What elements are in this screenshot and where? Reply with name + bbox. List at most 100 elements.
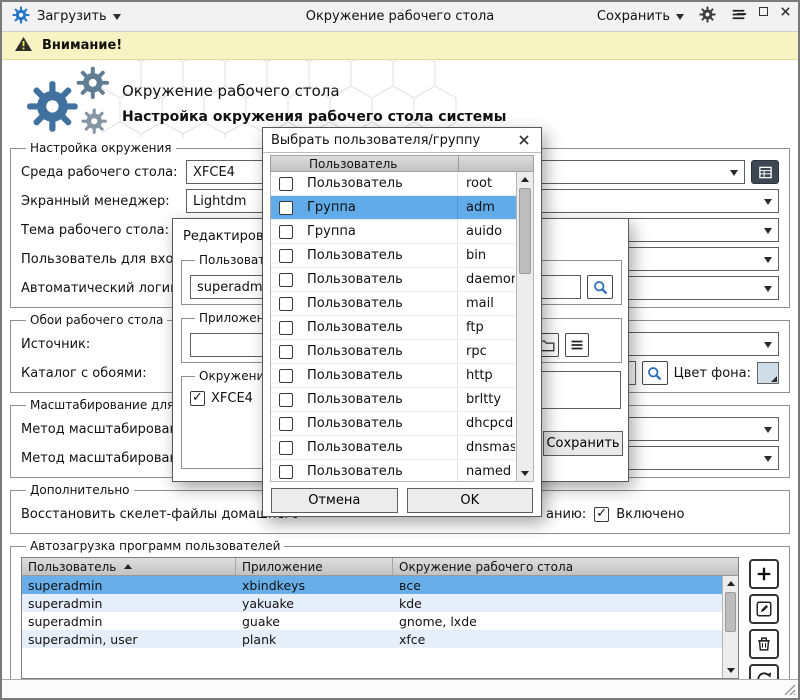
row-checkbox[interactable] — [279, 201, 293, 215]
row-checkbox[interactable] — [279, 441, 293, 455]
wallpaper-dir-label: Каталог с обоями: — [21, 366, 186, 381]
display-manager-value: Lightdm — [193, 194, 246, 209]
menu-button[interactable] — [731, 8, 746, 25]
env-xfce4-label: XFCE4 — [211, 391, 253, 406]
scroll-thumb[interactable] — [725, 592, 736, 632]
chevron-down-icon — [113, 14, 121, 20]
list-item[interactable]: Пользователь dhcpcd — [271, 412, 533, 436]
maximize-button[interactable] — [756, 5, 770, 17]
autostart-table: Пользователь Приложение Окружение рабоче… — [21, 557, 739, 679]
scroll-down-icon[interactable] — [517, 466, 533, 481]
table-icon — [758, 165, 773, 180]
column-header-app[interactable]: Приложение — [236, 558, 393, 575]
select-dialog-close-button[interactable] — [515, 131, 533, 149]
app-gear-icon — [12, 6, 30, 28]
edit-entry-button[interactable] — [749, 594, 779, 624]
list-item[interactable]: Пользователь root — [271, 172, 533, 196]
name-column-header[interactable] — [459, 156, 533, 171]
table-row[interactable]: superadmin, user plank xfce — [22, 630, 738, 648]
table-row[interactable]: superadmin xbindkeys все — [22, 576, 738, 594]
row-type: Пользователь — [307, 344, 457, 359]
row-type: Пользователь — [307, 392, 457, 407]
row-type: Пользователь — [307, 320, 457, 335]
enabled-checkbox[interactable] — [594, 507, 609, 522]
autostart-group: Автозагрузка программ пользователей Поль… — [10, 539, 790, 687]
cancel-button[interactable]: Отмена — [271, 488, 398, 513]
list-item[interactable]: Пользователь http — [271, 364, 533, 388]
cell-env: все — [393, 578, 738, 593]
restore-skel-label-tail: анию: — [546, 507, 586, 522]
list-item[interactable]: Пользователь bin — [271, 244, 533, 268]
row-type: Пользователь — [307, 368, 457, 383]
wallpaper-dir-search-button[interactable] — [642, 361, 668, 385]
resize-grip[interactable] — [782, 682, 796, 696]
env-xfce4-checkbox[interactable] — [190, 391, 205, 406]
list-item[interactable]: Пользователь rpc — [271, 340, 533, 364]
list-item[interactable]: Пользователь ftp — [271, 316, 533, 340]
user-column-header[interactable]: Пользователь — [271, 156, 459, 171]
chevron-down-icon — [764, 228, 772, 234]
row-checkbox[interactable] — [279, 345, 293, 359]
bg-color-button[interactable] — [757, 362, 779, 384]
autologin-label: Автоматический логин пол — [21, 281, 186, 296]
save-menu-button[interactable]: Сохранить — [597, 9, 684, 24]
chevron-down-icon — [764, 342, 772, 348]
list-item[interactable]: Группа adm — [271, 196, 533, 220]
close-icon — [518, 134, 530, 146]
add-entry-button[interactable] — [749, 559, 779, 589]
row-checkbox[interactable] — [279, 249, 293, 263]
list-item[interactable]: Пользователь brltty — [271, 388, 533, 412]
table-row[interactable]: superadmin guake gnome, lxde — [22, 612, 738, 630]
row-checkbox[interactable] — [279, 225, 293, 239]
edit-save-button[interactable]: Сохранить — [543, 431, 623, 456]
chevron-down-icon — [764, 427, 772, 433]
column-header-env[interactable]: Окружение рабочего стола — [393, 558, 738, 575]
row-type: Пользователь — [307, 248, 457, 263]
row-checkbox[interactable] — [279, 177, 293, 191]
scroll-up-icon[interactable] — [517, 172, 533, 187]
load-menu-button[interactable]: Загрузить — [37, 9, 121, 24]
list-item[interactable]: Пользователь named — [271, 460, 533, 482]
row-checkbox[interactable] — [279, 297, 293, 311]
scroll-down-icon[interactable] — [723, 663, 738, 678]
table-scrollbar[interactable] — [722, 576, 738, 678]
save-menu-label: Сохранить — [597, 9, 670, 24]
env-info-button[interactable] — [751, 160, 779, 184]
list-item[interactable]: Пользователь mail — [271, 292, 533, 316]
list-item[interactable]: Группа auido — [271, 220, 533, 244]
row-type: Пользователь — [307, 296, 457, 311]
row-checkbox[interactable] — [279, 273, 293, 287]
list-item[interactable]: Пользователь dnsmasq — [271, 436, 533, 460]
row-type: Группа — [307, 224, 457, 239]
user-search-button[interactable] — [587, 275, 613, 299]
gears-logo-icon — [26, 66, 116, 136]
cell-app: guake — [236, 614, 393, 629]
app-list-button[interactable] — [565, 333, 589, 357]
pencil-icon — [755, 600, 773, 618]
table-row[interactable]: superadmin yakuake kde — [22, 594, 738, 612]
row-checkbox[interactable] — [279, 465, 293, 479]
row-checkbox[interactable] — [279, 321, 293, 335]
select-dialog-table-header[interactable]: Пользователь — [270, 155, 534, 172]
autostart-table-wrap: Пользователь Приложение Окружение рабоче… — [21, 557, 779, 679]
row-name: bin — [457, 244, 515, 267]
scroll-up-icon[interactable] — [723, 576, 738, 591]
cell-app: xbindkeys — [236, 578, 393, 593]
list-item[interactable]: Пользователь daemon — [271, 268, 533, 292]
row-type: Пользователь — [307, 416, 457, 431]
close-button[interactable] — [778, 5, 792, 17]
column-header-user[interactable]: Пользователь — [22, 558, 236, 575]
autostart-legend: Автозагрузка программ пользователей — [26, 539, 284, 553]
delete-entry-button[interactable] — [749, 629, 779, 659]
row-checkbox[interactable] — [279, 417, 293, 431]
ok-button[interactable]: OK — [407, 488, 534, 513]
settings-button[interactable] — [699, 6, 716, 27]
row-name: mail — [457, 292, 515, 315]
row-checkbox[interactable] — [279, 369, 293, 383]
select-dialog-buttons: Отмена OK — [263, 482, 541, 513]
scroll-thumb[interactable] — [519, 188, 531, 274]
row-checkbox[interactable] — [279, 393, 293, 407]
sort-ascending-icon — [124, 564, 132, 569]
list-scrollbar[interactable] — [516, 172, 533, 481]
cell-env: xfce — [393, 632, 738, 647]
